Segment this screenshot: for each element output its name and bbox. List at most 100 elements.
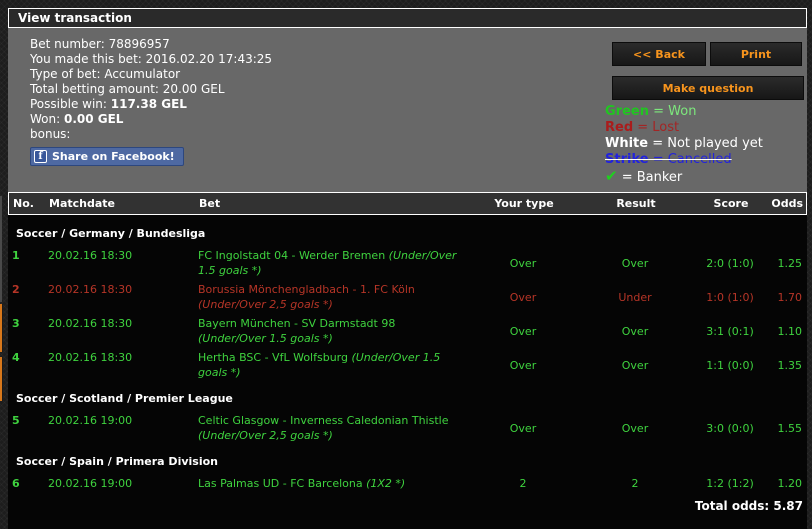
bet-row-number: 2 [12,283,20,296]
bet-match-name: Las Palmas UD - FC Barcelona [198,477,367,490]
page-edge-strip [0,196,2,302]
bet-row-bet: FC Ingolstadt 04 - Werder Bremen (Under/… [190,248,470,278]
total-odds-label: Total odds: [694,499,770,513]
bet-row-bet: Hertha BSC - VfL Wolfsburg (Under/Over 1… [190,350,470,380]
bet-row: 2 20.02.16 18:30 Borussia Mönchengladbach … [8,280,807,314]
facebook-icon: f [34,150,47,163]
bet-match-name: FC Ingolstadt 04 - Werder Bremen [198,249,389,262]
bet-row-matchdate: 20.02.16 19:00 [48,477,133,490]
bet-row: 4 20.02.16 18:30 Hertha BSC - VfL Wolfsbur… [8,348,807,382]
bet-row-your-type: Over [509,290,537,304]
bet-match-name: Hertha BSC - VfL Wolfsburg [198,351,352,364]
info-label: Bet number: [30,37,109,51]
bet-row-score: 1:0 (1:0) [706,290,754,304]
bet-market: (1X2 *) [366,477,406,490]
col-header-matchdate: Matchdate [49,197,115,210]
bet-row-bet: Las Palmas UD - FC Barcelona (1X2 *) [190,476,470,491]
bet-row-score: 2:0 (1:0) [706,256,754,270]
legend-term: Green [605,104,649,119]
legend-item-won: Green = Won [605,104,763,120]
page-title: View transaction [8,8,807,28]
info-label: Type of bet: [30,67,105,81]
bet-row-odds: 1.20 [777,477,803,490]
bet-row-matchdate: 20.02.16 19:00 [48,414,133,427]
bet-row: 6 20.02.16 19:00 Las Palmas UD - FC Barcel… [8,474,807,493]
page-edge-accent [0,357,3,401]
bet-market: (Under/Over 2,5 goals *) [198,429,333,442]
bet-row-bet: Bayern München - SV Darmstadt 98 (Under/… [190,316,470,346]
legend-text: = Lost [633,120,680,135]
col-header-result: Result [616,197,656,210]
bet-row-score: 3:1 (0:1) [706,324,754,338]
result-color-legend: Green = Won Red = Lost White = Not played … [605,104,763,186]
bet-row-odds: 1.35 [777,358,803,372]
info-value: Accumulator [104,67,181,81]
info-label: Total betting amount: [30,82,163,96]
legend-term: Red [605,120,634,135]
section-title: Soccer / Scotland / Premier League [16,392,233,405]
legend-item-notplayed: White = Not played yet [605,136,763,152]
back-button[interactable]: << Back [612,42,706,66]
print-button[interactable]: Print [710,42,802,66]
bet-row-result: 2 [631,477,639,490]
bet-row-result: Over [621,421,649,435]
bet-match-name: Bayern München - SV Darmstadt 98 [198,317,396,330]
share-facebook-button[interactable]: f Share on Facebook! [30,147,184,166]
bet-row-matchdate: 20.02.16 18:30 [48,351,133,364]
bet-row: 3 20.02.16 18:30 Bayern München - SV Darms… [8,314,807,348]
info-label: Possible win: [30,97,111,111]
info-label: You made this bet: [30,52,146,66]
col-header-no: No. [13,197,34,210]
info-value: 0.00 GEL [63,112,124,126]
legend-item-lost: Red = Lost [605,120,763,136]
section-title: Soccer / Spain / Primera Division [16,455,218,468]
bet-row-score: 3:0 (0:0) [706,421,754,435]
table-header: No. Matchdate Bet Your type Result Score… [8,192,807,215]
bet-row-result: Over [621,358,649,372]
bet-match-name: Borussia Mönchengladbach - 1. FC Köln [198,283,415,296]
bet-row-matchdate: 20.02.16 18:30 [48,283,133,296]
bet-row-score: 1:2 (1:2) [706,477,754,490]
bet-market: (Under/Over 1.5 goals *) [198,332,333,345]
bet-row-matchdate: 20.02.16 18:30 [48,249,133,262]
info-value: 2016.02.20 17:43:25 [145,52,273,66]
view-transaction-panel: View transaction Bet number: 78896957 You… [8,8,807,529]
bet-market: (Under/Over 2,5 goals *) [198,298,333,311]
bet-row-number: 1 [12,249,20,262]
total-odds: Total odds: 5.87 [8,493,807,513]
bet-row-result: Under [618,290,652,304]
info-label: Won: [30,112,64,126]
bet-row-result: Over [621,324,649,338]
bet-row-odds: 1.25 [777,256,803,270]
bet-row-your-type: Over [509,358,537,372]
action-buttons: << Back Print Make question [612,42,804,100]
section-title: Soccer / Germany / Bundesliga [16,227,206,240]
bet-row-number: 4 [12,351,20,364]
info-value: 78896957 [108,37,170,51]
info-label: bonus: [30,127,71,141]
legend-term: Strike [605,152,649,167]
col-header-odds: Odds [771,197,803,210]
bet-row-bet: Celtic Glasgow - Inverness Caledonian Th… [190,413,470,443]
col-header-score: Score [713,197,749,210]
share-facebook-label: Share on Facebook! [52,150,175,163]
bet-row-number: 5 [12,414,20,427]
bet-row: 1 20.02.16 18:30 FC Ingolstadt 04 - Werder… [8,246,807,280]
col-header-your-type: Your type [494,197,554,210]
legend-text: = Cancelled [648,152,732,167]
legend-text: = Banker [617,170,683,185]
legend-item-cancelled: Strike = Cancelled [605,152,763,168]
legend-text: = Not played yet [648,136,763,151]
bets-table-body: Soccer / Germany / Bundesliga 1 20.02.16 1… [8,215,807,529]
bet-row-matchdate: 20.02.16 18:30 [48,317,133,330]
legend-item-banker: ✔ = Banker [605,168,763,186]
make-question-button[interactable]: Make question [612,76,804,100]
bet-match-name: Celtic Glasgow - Inverness Caledonian Th… [198,414,449,427]
bet-row-your-type: Over [509,324,537,338]
bet-row-odds: 1.55 [777,421,803,435]
bet-row-odds: 1.10 [777,324,803,338]
legend-text: = Won [648,104,697,119]
bet-row-number: 3 [12,317,20,330]
page-edge-accent [0,304,3,352]
col-header-bet: Bet [199,197,221,210]
